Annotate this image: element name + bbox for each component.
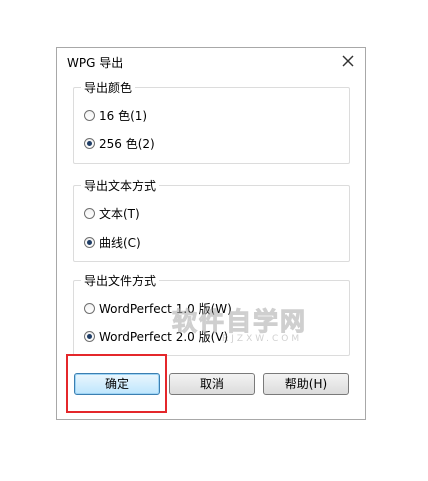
export-color-title: 导出颜色 [81, 79, 136, 96]
highlight-box [66, 354, 167, 413]
export-file-title: 导出文件方式 [81, 272, 160, 289]
dialog-title: WPG 导出 [67, 56, 124, 70]
radio-256-color[interactable]: 256 色(2) [84, 135, 155, 151]
radio-label: 曲线(C) [99, 235, 141, 250]
export-text-group: 导出文本方式 文本(T) 曲线(C) [73, 177, 350, 262]
radio-label: WordPerfect 2.0 版(V) [99, 329, 229, 344]
radio-button[interactable] [84, 207, 95, 219]
title-bar: WPG 导出 [57, 48, 365, 74]
close-button[interactable] [339, 52, 357, 70]
close-icon [342, 55, 354, 67]
help-button[interactable]: 帮助(H) [263, 373, 349, 395]
radio-text[interactable]: 文本(T) [84, 205, 140, 221]
radio-button-checked[interactable] [84, 137, 95, 149]
radio-label: 16 色(1) [99, 108, 148, 123]
radio-curve[interactable]: 曲线(C) [84, 234, 141, 250]
radio-label: 256 色(2) [99, 136, 155, 151]
cancel-button[interactable]: 取消 [169, 373, 255, 395]
radio-label: 文本(T) [99, 206, 140, 221]
radio-16-color[interactable]: 16 色(1) [84, 107, 147, 123]
radio-wordperfect-1[interactable]: WordPerfect 1.0 版(W) [84, 300, 232, 316]
radio-button-checked[interactable] [84, 330, 95, 342]
export-color-group: 导出颜色 16 色(1) 256 色(2) [73, 79, 350, 164]
export-text-title: 导出文本方式 [81, 177, 160, 194]
radio-wordperfect-2[interactable]: WordPerfect 2.0 版(V) [84, 328, 228, 344]
radio-button-checked[interactable] [84, 236, 95, 248]
export-file-group: 导出文件方式 WordPerfect 1.0 版(W) WordPerfect … [73, 272, 350, 356]
radio-button[interactable] [84, 109, 95, 121]
radio-button[interactable] [84, 302, 95, 314]
radio-label: WordPerfect 1.0 版(W) [99, 301, 232, 316]
